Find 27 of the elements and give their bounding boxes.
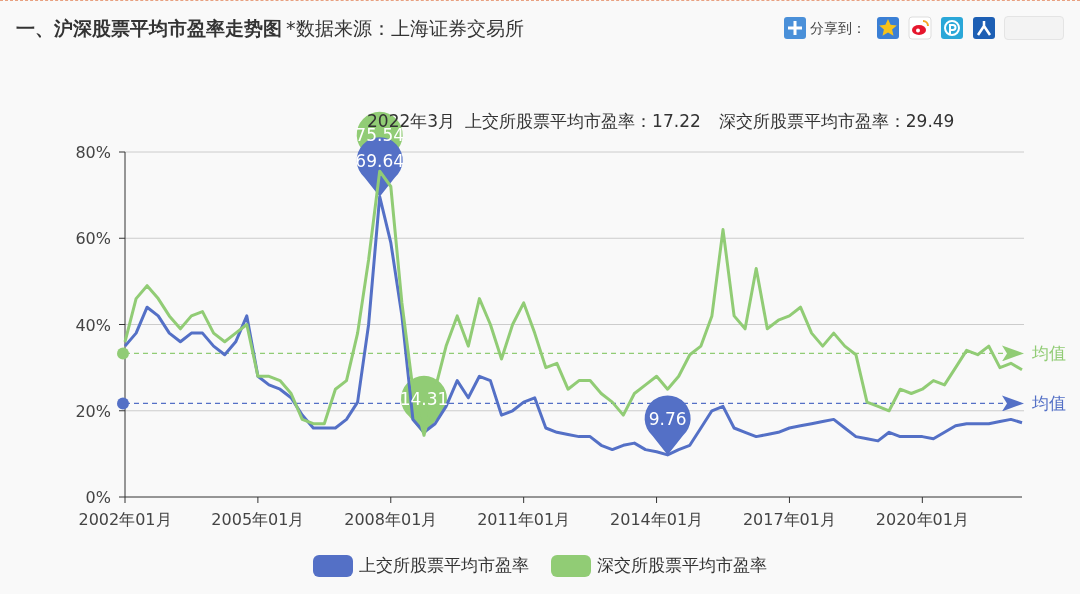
x-tick-label: 2014年01月 [610,510,704,529]
value-label: 9.76 [648,408,687,429]
x-tick-label: 2020年01月 [875,510,969,529]
x-tick-label: 2011年01月 [477,510,571,529]
legend-label[interactable]: 上交所股票平均市盈率 [359,553,529,579]
y-tick-label: 40% [75,315,111,335]
average-dot [117,397,129,410]
x-tick-label: 2017年01月 [742,510,836,529]
average-dot [117,347,129,360]
legend-label[interactable]: 深交所股票平均市盈率 [597,553,767,579]
x-tick-label: 2008年01月 [344,510,438,529]
y-tick-label: 20% [75,401,111,421]
person-icon[interactable] [972,16,996,40]
y-tick-label: 80% [75,143,111,162]
legend-swatch[interactable] [313,555,353,577]
add-icon[interactable] [783,16,807,40]
y-tick-label: 0% [85,488,111,507]
share-label: 分享到： [810,18,866,38]
x-tick-label: 2002年01月 [78,510,172,529]
legend-swatch[interactable] [551,555,591,577]
average-label: 均值 [1032,343,1066,364]
average-label: 均值 [1032,393,1066,414]
section-title: 一、沪深股票平均市盈率走势图 [16,15,282,41]
data-source: *数据来源：上海证券交易所 [286,15,524,41]
y-tick-label: 60% [75,229,111,249]
x-tick-label: 2005年01月 [211,510,305,529]
p-icon[interactable] [940,16,964,40]
